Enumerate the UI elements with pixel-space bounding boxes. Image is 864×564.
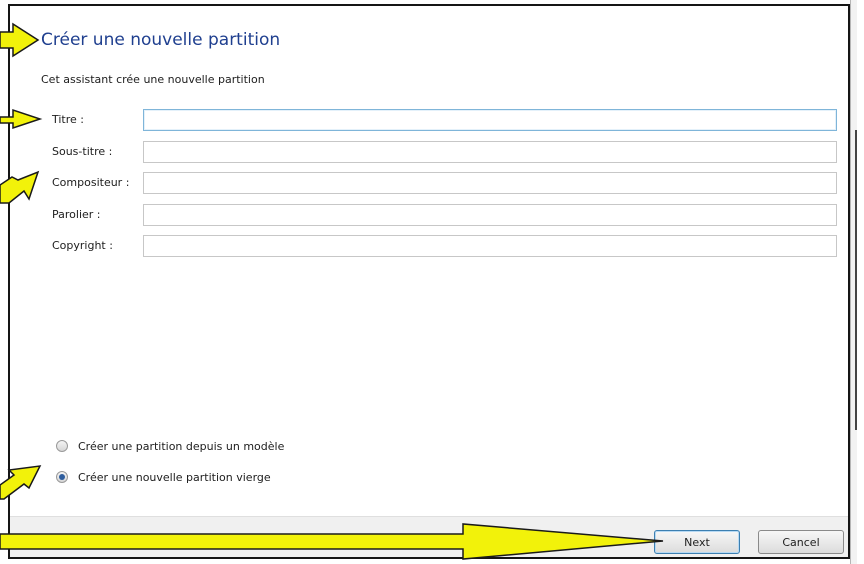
copyright-input[interactable] — [143, 235, 837, 257]
wizard-title: Créer une nouvelle partition — [41, 30, 281, 50]
subtitle-label: Sous-titre : — [52, 145, 113, 158]
dialog-footer: Next Cancel — [10, 516, 848, 557]
title-row: Titre : — [10, 109, 852, 133]
subtitle-row: Sous-titre : — [10, 141, 852, 165]
option-from-template-label: Créer une partition depuis un modèle — [78, 439, 285, 453]
copyright-label: Copyright : — [52, 239, 113, 252]
radio-from-template[interactable] — [56, 440, 68, 452]
cancel-button[interactable]: Cancel — [758, 530, 844, 554]
lyricist-label: Parolier : — [52, 208, 101, 221]
next-button[interactable]: Next — [654, 530, 740, 554]
subtitle-input[interactable] — [143, 141, 837, 163]
option-from-template[interactable]: Créer une partition depuis un modèle — [56, 437, 284, 455]
window-edge-scrollbar — [850, 0, 857, 564]
title-label: Titre : — [52, 113, 85, 126]
composer-label: Compositeur : — [52, 176, 130, 189]
composer-row: Compositeur : — [10, 172, 852, 196]
wizard-description: Cet assistant crée une nouvelle partitio… — [41, 73, 265, 86]
lyricist-row: Parolier : — [10, 204, 852, 228]
new-score-wizard-dialog: Créer une nouvelle partition Cet assista… — [8, 4, 850, 559]
copyright-row: Copyright : — [10, 235, 852, 259]
option-blank-score[interactable]: Créer une nouvelle partition vierge — [56, 468, 271, 486]
lyricist-input[interactable] — [143, 204, 837, 226]
option-blank-score-label: Créer une nouvelle partition vierge — [78, 470, 271, 484]
composer-input[interactable] — [143, 172, 837, 194]
title-input[interactable] — [143, 109, 837, 131]
radio-blank-score[interactable] — [56, 471, 68, 483]
